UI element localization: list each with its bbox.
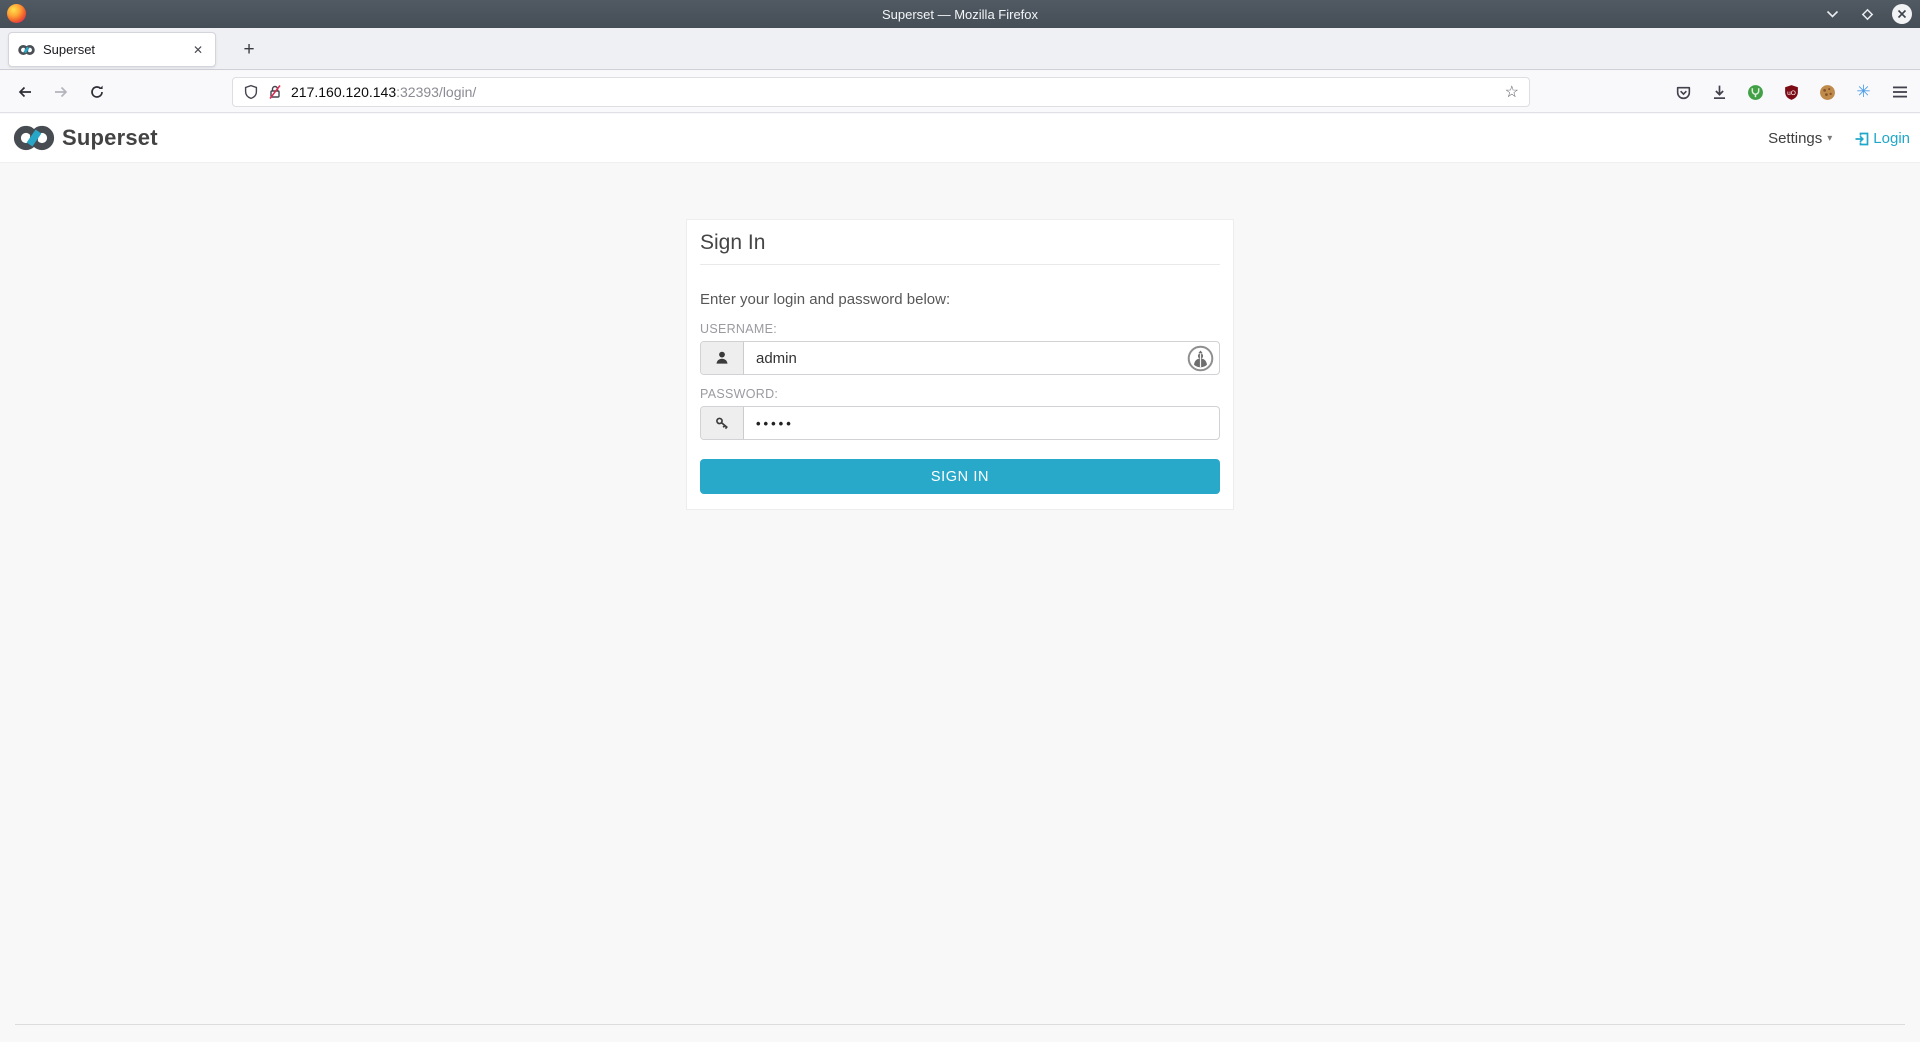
downloads-icon[interactable] <box>1705 78 1734 107</box>
password-label: PASSWORD: <box>700 387 1220 401</box>
username-input[interactable] <box>744 342 1219 374</box>
password-manager-extension-icon[interactable] <box>1187 345 1214 372</box>
brand-title: Superset <box>62 125 158 151</box>
ublock-origin-icon[interactable]: uO <box>1777 78 1806 107</box>
window-title: Superset — Mozilla Firefox <box>0 7 1920 22</box>
settings-menu[interactable]: Settings ▾ <box>1768 130 1832 147</box>
page-background: Sign In Enter your login and password be… <box>0 163 1920 1042</box>
browser-toolbar: 217.160.120.143:32393/login/ ☆ uO ✳ <box>0 71 1920 113</box>
url-host: 217.160.120.143 <box>291 84 396 100</box>
login-instructions: Enter your login and password below: <box>700 291 1220 308</box>
password-input-group <box>700 406 1220 440</box>
footer-divider <box>15 1024 1905 1025</box>
insecure-lock-icon[interactable] <box>267 84 283 100</box>
superset-logo-icon <box>12 124 56 152</box>
tracking-shield-icon[interactable] <box>243 84 259 100</box>
tab-title: Superset <box>43 42 189 57</box>
window-titlebar: Superset — Mozilla Firefox <box>0 0 1920 28</box>
refresh-button[interactable] <box>82 77 112 107</box>
login-arrow-icon <box>1854 131 1870 147</box>
login-link[interactable]: Login <box>1854 130 1910 147</box>
cookie-extension-icon[interactable] <box>1813 78 1842 107</box>
sign-in-button[interactable]: SIGN IN <box>700 459 1220 494</box>
settings-label: Settings <box>1768 130 1822 147</box>
menu-hamburger-icon[interactable] <box>1885 78 1914 107</box>
tab-bar: Superset ✕ + <box>0 28 1920 70</box>
privacy-extension-icon[interactable] <box>1741 78 1770 107</box>
url-bar[interactable]: 217.160.120.143:32393/login/ ☆ <box>232 77 1530 107</box>
back-button[interactable] <box>10 77 40 107</box>
login-label: Login <box>1873 130 1910 147</box>
pocket-icon[interactable] <box>1669 78 1698 107</box>
username-label: USERNAME: <box>700 322 1220 336</box>
window-maximize-button[interactable] <box>1857 4 1877 24</box>
superset-navbar: Superset Settings ▾ Login <box>0 114 1920 163</box>
tab-close-icon[interactable]: ✕ <box>189 41 207 59</box>
window-minimize-button[interactable] <box>1822 4 1842 24</box>
asterisk-extension-icon[interactable]: ✳ <box>1849 78 1878 107</box>
firefox-window: Superset — Mozilla Firefox Superset ✕ + <box>0 0 1920 1042</box>
url-path: :32393/login/ <box>396 84 476 100</box>
caret-down-icon: ▾ <box>1827 133 1832 144</box>
bookmark-star-icon[interactable]: ☆ <box>1505 82 1519 102</box>
firefox-logo-icon <box>7 4 26 23</box>
superset-brand[interactable]: Superset <box>12 124 158 152</box>
svg-text:uO: uO <box>1787 89 1796 96</box>
forward-button[interactable] <box>46 77 76 107</box>
username-input-group <box>700 341 1220 375</box>
url-text: 217.160.120.143:32393/login/ <box>291 84 476 100</box>
tab-superset[interactable]: Superset ✕ <box>8 32 216 67</box>
window-close-button[interactable] <box>1892 4 1912 24</box>
sign-in-card: Sign In Enter your login and password be… <box>686 219 1234 510</box>
user-icon <box>701 342 744 374</box>
password-input[interactable] <box>744 407 1219 439</box>
key-icon <box>701 407 744 439</box>
card-heading: Sign In <box>700 220 1220 265</box>
superset-favicon-icon <box>17 44 36 56</box>
card-title: Sign In <box>700 231 765 254</box>
new-tab-button[interactable]: + <box>236 37 262 63</box>
